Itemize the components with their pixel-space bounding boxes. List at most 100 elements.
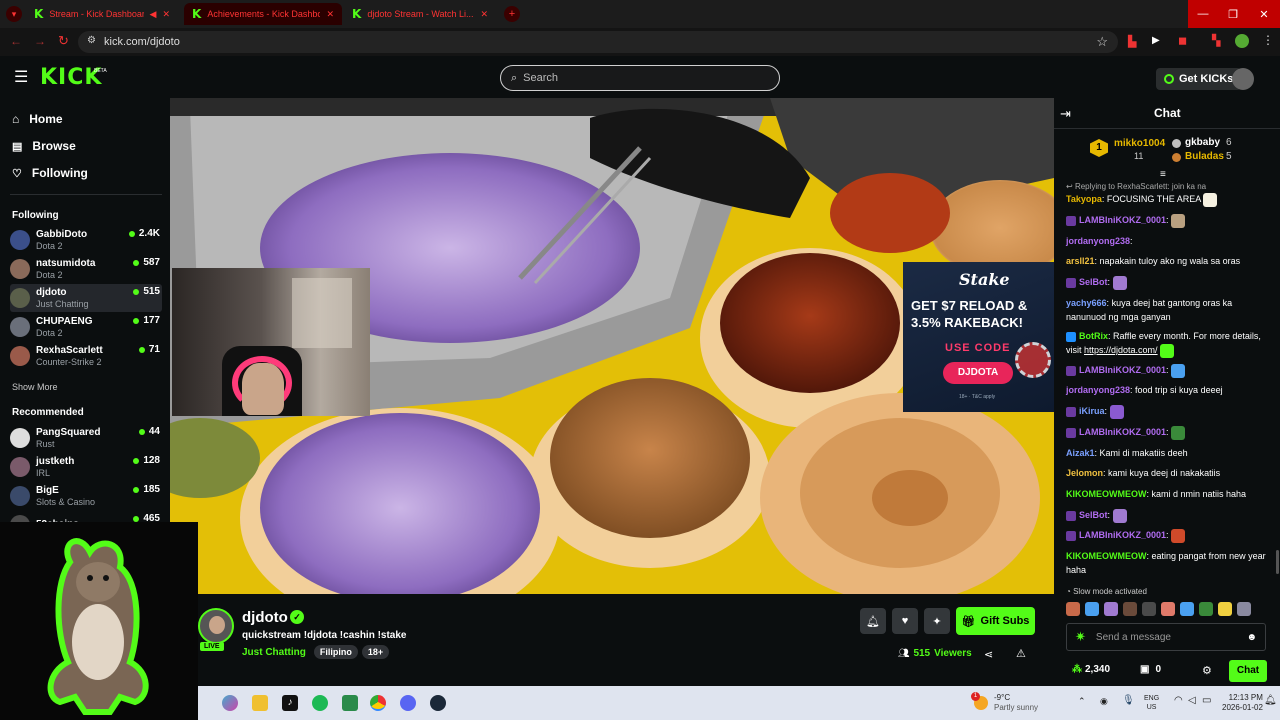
report-icon[interactable]: ⚠ (1016, 647, 1026, 660)
minimize-button[interactable]: — (1188, 0, 1218, 28)
stake-ad-banner[interactable]: Stake GET $7 RELOAD & 3.5% RAKEBACK! USE… (903, 262, 1054, 412)
chat-username[interactable]: Takyopa (1066, 194, 1102, 204)
tab-close-icon[interactable]: ✕ (480, 9, 488, 20)
extension-icon[interactable]: ▙ (1128, 35, 1136, 48)
notifications-bell-button[interactable]: 🔔︎ (860, 608, 886, 634)
video-player[interactable]: Stake GET $7 RELOAD & 3.5% RAKEBACK! USE… (170, 98, 1054, 594)
copilot-icon[interactable] (222, 695, 238, 711)
chat-username[interactable]: LAMBIniKOKZ_0001 (1079, 365, 1166, 375)
chat-emote[interactable] (1171, 213, 1186, 228)
bookmark-star-icon[interactable]: ☆ (1096, 34, 1108, 50)
tiktok-icon[interactable]: ♪ (282, 695, 298, 711)
url-field[interactable]: ⚙ kick.com/djdoto ☆ (78, 31, 1118, 53)
chat-username[interactable]: yachy666 (1066, 298, 1107, 308)
chat-emote[interactable] (1171, 363, 1186, 378)
chat-settings-icon[interactable]: ⚙ (1202, 664, 1212, 677)
streamer-avatar[interactable] (198, 608, 234, 644)
browser-tab-achievements[interactable]: K Achievements - Kick Dashboard ✕ (184, 3, 342, 25)
app-icon[interactable] (342, 695, 358, 711)
extensions-puzzle-icon[interactable]: ▚ (1212, 34, 1220, 47)
stream-category-link[interactable]: Just Chatting (242, 647, 306, 658)
recent-emote[interactable] (1180, 602, 1194, 616)
sidebar-channel-natsumidota[interactable]: natsumidota Dota 2 587 (10, 255, 162, 283)
wifi-icon[interactable]: ◠ (1174, 695, 1183, 706)
chat-emote[interactable] (1160, 343, 1175, 358)
tab-close-icon[interactable]: ✕ (326, 9, 334, 20)
share-icon[interactable]: ⋖ (984, 648, 993, 661)
chat-emote[interactable] (1109, 404, 1124, 419)
pinned-drag-handle-icon[interactable]: ≡ (1160, 169, 1166, 180)
chat-emote[interactable] (1203, 192, 1218, 207)
sidebar-channel-gabbidoto[interactable]: GabbiDoto Dota 2 2.4K (10, 226, 162, 254)
chat-username[interactable]: KIKOMEOWMEOW (1066, 489, 1147, 499)
reload-icon[interactable]: ↻ (58, 33, 69, 49)
recent-emote[interactable] (1123, 602, 1137, 616)
chrome-icon[interactable] (370, 695, 386, 711)
input-language[interactable]: ENG US (1144, 694, 1159, 712)
extension-icon[interactable]: ◼ (1178, 34, 1187, 47)
new-tab-button[interactable]: + (504, 6, 520, 22)
battery-icon[interactable]: ▭ (1202, 695, 1211, 706)
sidebar-channel-pangsquared[interactable]: PangSquared Rust 44 (10, 424, 162, 452)
streamer-name[interactable]: djdoto (242, 609, 288, 626)
spotify-icon[interactable] (312, 695, 328, 711)
chat-emote[interactable] (1112, 508, 1127, 523)
chat-username[interactable]: Jelomon (1066, 468, 1103, 478)
recent-emote[interactable] (1218, 602, 1232, 616)
maximize-button[interactable]: ❐ (1218, 0, 1248, 28)
weather-widget[interactable]: 1 -9°C Partly sunny (971, 691, 1038, 715)
get-kicks-button[interactable]: Get KICKs (1156, 68, 1242, 90)
chat-username[interactable]: LAMBIniKOKZ_0001 (1079, 530, 1166, 540)
volume-icon[interactable]: ◁ (1188, 695, 1196, 706)
sparkle-button[interactable]: ✦ (924, 608, 950, 634)
chat-username[interactable]: KIKOMEOWMEOW (1066, 551, 1147, 561)
gift-subs-button[interactable]: 🎁︎ Gift Subs (956, 607, 1035, 635)
discord-icon[interactable] (400, 695, 416, 711)
site-info-icon[interactable]: ⚙ (87, 35, 96, 46)
user-avatar[interactable] (1232, 68, 1254, 90)
browser-menu-icon[interactable]: ▾ (6, 6, 22, 22)
sidebar-channel-rexhascarlett[interactable]: RexhaScarlett Counter-Strike 2 71 (10, 342, 162, 370)
chat-emote[interactable] (1112, 275, 1127, 290)
browser-tab-djdoto[interactable]: K djdoto Stream - Watch Li... ✕ (344, 3, 496, 25)
tray-overflow-icon[interactable]: ⌃ (1078, 696, 1086, 707)
search-input[interactable]: ⌕ Search (500, 65, 780, 91)
sidebar-item-home[interactable]: ⌂ Home (12, 112, 63, 126)
chat-link[interactable]: https://djdota.com/ (1084, 345, 1158, 355)
chat-scrollbar[interactable] (1276, 550, 1279, 574)
tray-app-icon[interactable]: ◉ (1100, 696, 1108, 707)
steam-icon[interactable] (430, 695, 446, 711)
chat-username[interactable]: BotRix (1079, 331, 1108, 341)
microphone-icon[interactable]: 🎙︎ (1122, 695, 1135, 706)
chat-username[interactable]: LAMBIniKOKZ_0001 (1079, 427, 1166, 437)
sidebar-channel-bige[interactable]: BigE Slots & Casino 185 (10, 482, 162, 510)
browser-tab-stream-dashboard[interactable]: K Stream - Kick Dashboard ◀ ✕ (26, 3, 178, 25)
recent-emote[interactable] (1199, 602, 1213, 616)
collapse-chat-icon[interactable]: ⇥ (1060, 106, 1071, 122)
notifications-icon[interactable]: 🔔︎ (1264, 695, 1277, 706)
browser-menu-dots-icon[interactable]: ⋮ (1262, 33, 1274, 47)
sidebar-item-browse[interactable]: ▤ Browse (12, 139, 76, 153)
profile-icon[interactable] (1235, 34, 1249, 48)
sidebar-channel-djdoto[interactable]: djdoto Just Chatting 515 (10, 284, 162, 312)
chat-username[interactable]: SelBot (1079, 510, 1108, 520)
gift-leaderboard[interactable]: 1 mikko1004 11 gkbaby 6 Buladas 5 (1090, 136, 1270, 166)
chat-username[interactable]: Aizak1 (1066, 448, 1095, 458)
chat-send-button[interactable]: Chat (1229, 660, 1267, 682)
kick-points[interactable]: ⁂ 2,340 (1072, 664, 1110, 675)
recent-emote[interactable] (1104, 602, 1118, 616)
chat-username[interactable]: iKirua (1079, 406, 1105, 416)
chat-username[interactable]: jordanyong238 (1066, 385, 1130, 395)
stream-tag-language[interactable]: Filipino (313, 645, 358, 659)
play-extension-icon[interactable]: ▶ (1152, 35, 1160, 46)
back-icon[interactable]: ← (10, 34, 22, 48)
tab-close-icon[interactable]: ✕ (162, 9, 170, 20)
hamburger-menu-icon[interactable]: ☰ (14, 67, 28, 87)
recent-emote[interactable] (1142, 602, 1156, 616)
file-explorer-icon[interactable] (252, 695, 268, 711)
stream-tag-age[interactable]: 18+ (361, 645, 390, 659)
recent-emote[interactable] (1237, 602, 1251, 616)
chat-input[interactable]: ✷ Send a message ☻ (1066, 623, 1266, 651)
close-window-button[interactable]: ✕ (1248, 0, 1280, 28)
recent-emote[interactable] (1066, 602, 1080, 616)
